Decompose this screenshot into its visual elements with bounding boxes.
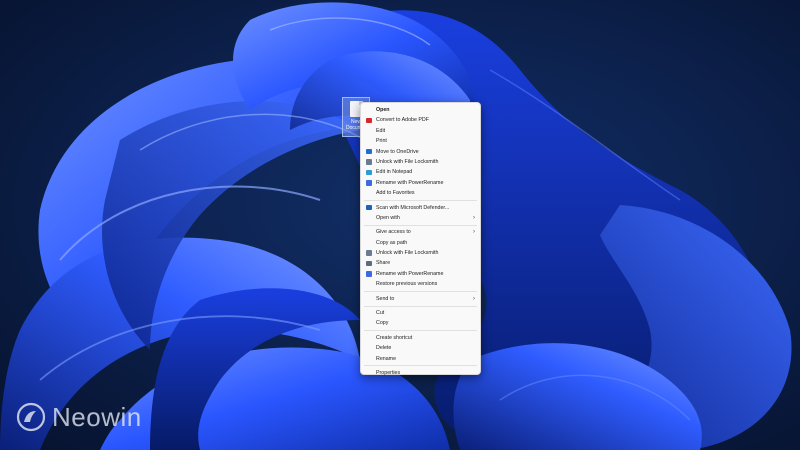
onedrive-icon [366, 148, 372, 155]
menu-item-create-shortcut[interactable]: Create shortcut [361, 333, 480, 343]
menu-item-label: Rename with PowerRename [376, 179, 444, 186]
menu-item-open-with[interactable]: Open with › [361, 213, 480, 223]
menu-item-unlock-with-file-locksmith[interactable]: Unlock with File Locksmith [361, 248, 480, 258]
menu-item-label: Send to [376, 295, 395, 302]
menu-item-label: Create shortcut [376, 334, 413, 341]
menu-item-edit-in-notepad[interactable]: Edit in Notepad [361, 167, 480, 177]
menu-item-copy[interactable]: Copy [361, 318, 480, 328]
defender-shield-icon [366, 204, 372, 211]
menu-item-restore-previous-versions[interactable]: Restore previous versions [361, 279, 480, 289]
menu-item-add-to-favorites[interactable]: Add to Favorites [361, 188, 480, 198]
watermark-text: Neowin [52, 401, 142, 432]
menu-item-rename-with-powerrename[interactable]: Rename with PowerRename [361, 178, 480, 188]
menu-item-label: Unlock with File Locksmith [376, 158, 439, 165]
share-icon [366, 260, 372, 267]
chevron-right-icon: › [473, 295, 475, 302]
menu-separator [364, 200, 477, 202]
watermark: Neowin [16, 400, 142, 434]
menu-item-label: Move to OneDrive [376, 148, 419, 155]
menu-item-move-to-onedrive[interactable]: Move to OneDrive [361, 147, 480, 157]
menu-item-label: Cut [376, 310, 385, 317]
menu-item-rename-with-powerrename[interactable]: Rename with PowerRename [361, 269, 480, 279]
menu-item-properties[interactable]: Properties [361, 368, 480, 378]
menu-item-label: Delete [376, 345, 392, 352]
menu-item-label: Unlock with File Locksmith [376, 250, 439, 257]
menu-item-label: Restore previous versions [376, 281, 438, 288]
menu-item-label: Rename [376, 355, 397, 362]
menu-item-label: Give access to [376, 229, 411, 236]
menu-item-label: Add to Favorites [376, 190, 415, 197]
menu-item-send-to[interactable]: Send to › [361, 294, 480, 304]
adobe-pdf-icon [366, 117, 372, 124]
menu-item-label: Share [376, 260, 391, 267]
menu-item-give-access-to[interactable]: Give access to › [361, 227, 480, 237]
menu-item-copy-as-path[interactable]: Copy as path [361, 238, 480, 248]
menu-item-share[interactable]: Share [361, 258, 480, 268]
menu-separator [364, 224, 477, 226]
menu-item-label: Copy as path [376, 239, 408, 246]
menu-item-delete[interactable]: Delete [361, 343, 480, 353]
menu-item-convert-to-adobe-pdf[interactable]: Convert to Adobe PDF [361, 115, 480, 125]
menu-separator [364, 365, 477, 367]
menu-item-label: Rename with PowerRename [376, 270, 444, 277]
lock-icon [366, 159, 372, 165]
menu-item-label: Print [376, 138, 387, 145]
menu-item-label: Edit in Notepad [376, 169, 413, 176]
menu-item-label: Properties [376, 369, 401, 376]
menu-separator [364, 330, 477, 332]
menu-item-unlock-with-file-locksmith[interactable]: Unlock with File Locksmith [361, 157, 480, 167]
menu-item-label: Edit [376, 127, 386, 134]
menu-item-print[interactable]: Print [361, 136, 480, 146]
menu-item-open[interactable]: Open [361, 105, 480, 115]
context-menu: Open Convert to Adobe PDF Edit Print Move to… [360, 102, 481, 378]
menu-item-label: Open [376, 107, 390, 113]
menu-separator [364, 291, 477, 293]
menu-item-rename[interactable]: Rename [361, 354, 480, 364]
menu-item-label: Open with [376, 214, 400, 221]
menu-separator [364, 305, 477, 307]
menu-item-cut[interactable]: Cut [361, 308, 480, 318]
menu-item-scan-with-microsoft-defender[interactable]: Scan with Microsoft Defender... [361, 203, 480, 213]
menu-item-label: Convert to Adobe PDF [376, 117, 429, 124]
menu-item-label: Copy [376, 320, 389, 327]
menu-item-edit[interactable]: Edit [361, 126, 480, 136]
chevron-right-icon: › [473, 229, 475, 236]
powerrename-icon [366, 271, 372, 277]
menu-item-label: Scan with Microsoft Defender... [376, 204, 450, 211]
lock-icon [366, 250, 372, 256]
notepad-icon [366, 169, 372, 176]
chevron-right-icon: › [473, 214, 475, 221]
neowin-logo-icon [16, 402, 46, 432]
powerrename-icon [366, 180, 372, 186]
